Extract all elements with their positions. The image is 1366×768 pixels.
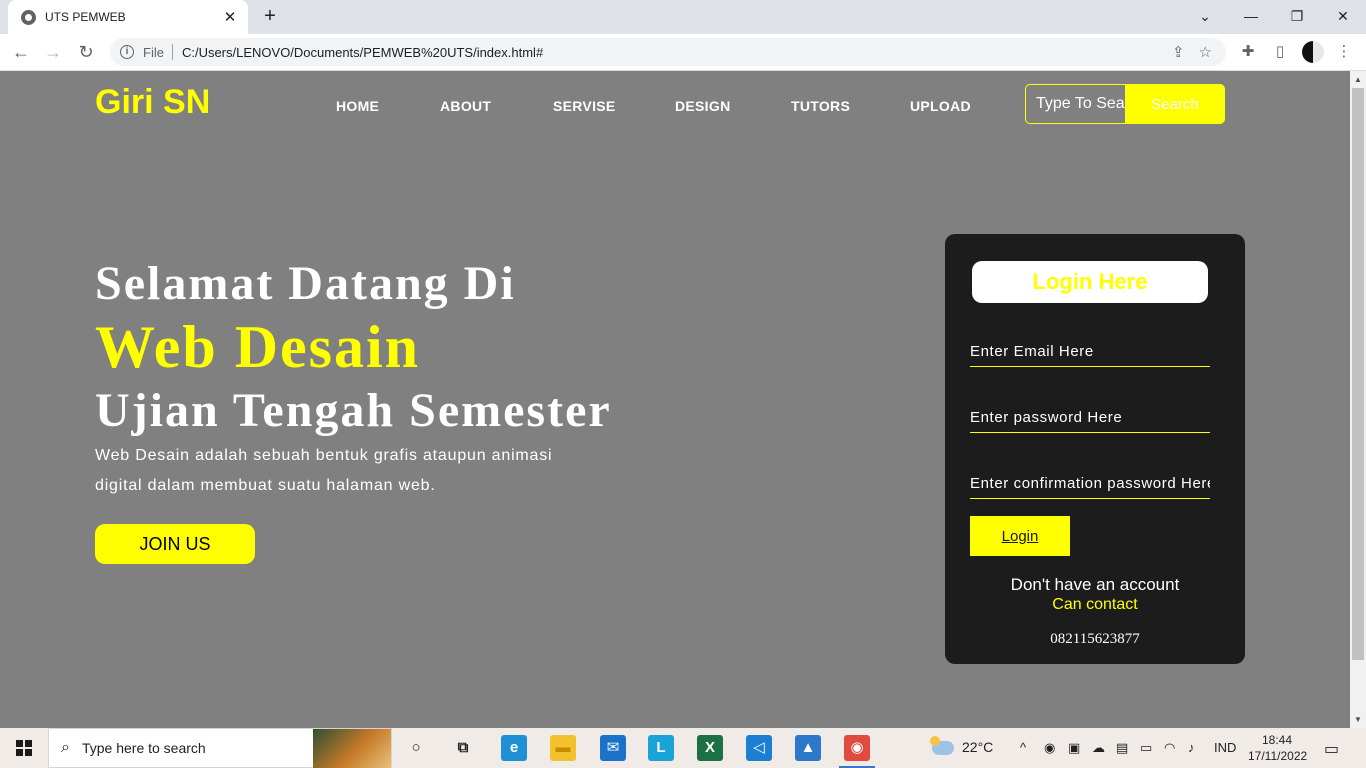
taskbar-edge-icon[interactable]: e [501,735,527,761]
weather-widget[interactable]: 22°C [930,736,994,756]
taskbar-lapp-icon[interactable]: L [648,735,674,761]
taskbar-photos-icon[interactable]: ▲ [795,735,821,761]
search-icon: ⌕ [61,739,70,756]
nav-tutors[interactable]: TUTORS [791,98,850,114]
scroll-thumb[interactable] [1352,88,1364,660]
battery-icon[interactable]: ▭ [1140,740,1152,756]
show-hidden-icons[interactable]: ^ [1020,740,1026,755]
search-button[interactable]: Search [1125,84,1225,124]
close-window-button[interactable]: ✕ [1320,2,1366,30]
join-us-button[interactable]: JOIN US [95,524,255,564]
hero-heading-line1: Selamat Datang Di [95,257,516,310]
onedrive-icon[interactable]: ☁ [1092,740,1105,756]
no-account-text: Don't have an account [1010,575,1180,594]
windows-taskbar: ⌕ Type here to search ○ ⧉ e ▬ ✉ L X ◁ ▲ ◉ 22°C ^ ◉… [0,728,1366,768]
tab-search-chevron-icon[interactable]: ⌄ [1182,2,1228,30]
web-page: Giri SN HOME ABOUT SERVISE DESIGN TUTORS… [0,71,1350,728]
search-highlight-image [313,729,391,768]
taskbar-search-text: Type here to search [81,740,206,756]
volume-icon[interactable]: ♪ [1188,740,1195,755]
hero-heading-line3: Ujian Tengah Semester [95,384,612,437]
nav-home[interactable]: HOME [336,98,379,114]
reload-button[interactable]: ↻ [73,40,99,64]
info-icon[interactable]: i [120,45,134,59]
side-panel-icon[interactable]: ▯ [1270,42,1290,60]
nav-upload[interactable]: UPLOAD [910,98,971,114]
nav-design[interactable]: DESIGN [675,98,730,114]
browser-toolbar: ← → ↻ i File C:/Users/LENOVO/Documents/P… [0,34,1366,71]
hero-heading-line2: Web Desain [95,314,421,380]
profile-avatar[interactable] [1302,41,1324,63]
login-form: Login Here Login Don't have an account C… [945,234,1245,664]
phone-number: 082115623877 [1050,631,1140,647]
address-bar[interactable]: i File C:/Users/LENOVO/Documents/PEMWEB%… [110,38,1226,66]
contact-link[interactable]: Can contact [945,596,1245,614]
taskbar-file-explorer-icon[interactable]: ▬ [550,735,576,761]
scroll-down-icon[interactable]: ▼ [1354,715,1362,724]
search-input[interactable] [1025,84,1125,124]
taskbar-vscode-icon[interactable]: ◁ [746,735,772,761]
browser-menu-icon[interactable]: ⋮ [1334,42,1354,60]
taskbar-mail-icon[interactable]: ✉ [600,735,626,761]
clock-time: 18:44 [1261,733,1293,747]
record-icon[interactable]: ◉ [1044,740,1055,756]
wifi-icon[interactable]: ◠ [1164,740,1175,756]
taskbar-excel-icon[interactable]: X [697,735,723,761]
tab-title: UTS PEMWEB [45,10,126,24]
password-field[interactable] [970,403,1210,433]
email-field[interactable] [970,337,1210,367]
share-icon[interactable]: ⇪ [1172,43,1185,61]
nav-servise[interactable]: SERVISE [553,98,616,114]
tab-close-icon[interactable]: ✕ [222,8,238,26]
globe-icon [21,9,36,25]
network-activity-icon[interactable]: ▤ [1116,740,1128,756]
login-title: Login Here [972,261,1208,303]
minimize-button[interactable]: — [1228,2,1274,30]
taskbar-cortana-icon[interactable]: ○ [403,735,429,761]
site-search: Search [1025,84,1225,124]
browser-tabstrip: UTS PEMWEB ✕ + ⌄ — ❐ ✕ [0,0,1366,34]
browser-tab[interactable]: UTS PEMWEB ✕ [8,0,248,34]
scroll-up-icon[interactable]: ▲ [1354,75,1362,84]
bookmark-star-icon[interactable]: ☆ [1199,43,1212,61]
clock-date: 17/11/2022 [1248,749,1308,763]
confirm-password-field[interactable] [970,469,1210,499]
url-text[interactable]: C:/Users/LENOVO/Documents/PEMWEB%20UTS/i… [182,45,1172,60]
url-scheme-label: File [143,44,164,60]
windows-start-icon[interactable] [16,740,32,756]
forward-button[interactable]: → [40,40,66,64]
partly-cloudy-icon [930,736,954,756]
page-scrollbar[interactable]: ▲ ▼ [1350,71,1366,728]
hero-description: Web Desain adalah sebuah bentuk grafis a… [95,447,553,494]
taskbar-search[interactable]: ⌕ Type here to search [48,728,392,768]
taskbar-chrome-icon[interactable]: ◉ [839,735,875,768]
site-logo[interactable]: Giri SN [95,83,210,122]
extensions-icon[interactable]: ✚ [1238,42,1258,60]
login-button[interactable]: Login [970,516,1070,556]
back-button[interactable]: ← [8,40,34,64]
input-language[interactable]: IND [1214,740,1236,755]
meet-now-icon[interactable]: ▣ [1068,740,1080,756]
nav-about[interactable]: ABOUT [440,98,491,114]
new-tab-button[interactable]: + [258,5,282,28]
taskbar-clock[interactable]: 18:44 17/11/2022 [1248,732,1308,764]
restore-button[interactable]: ❐ [1274,2,1320,30]
taskbar-task-view-icon[interactable]: ⧉ [450,735,476,761]
notification-icon[interactable]: ▭ [1324,739,1339,759]
weather-temp: 22°C [962,739,994,755]
divider [171,44,173,60]
